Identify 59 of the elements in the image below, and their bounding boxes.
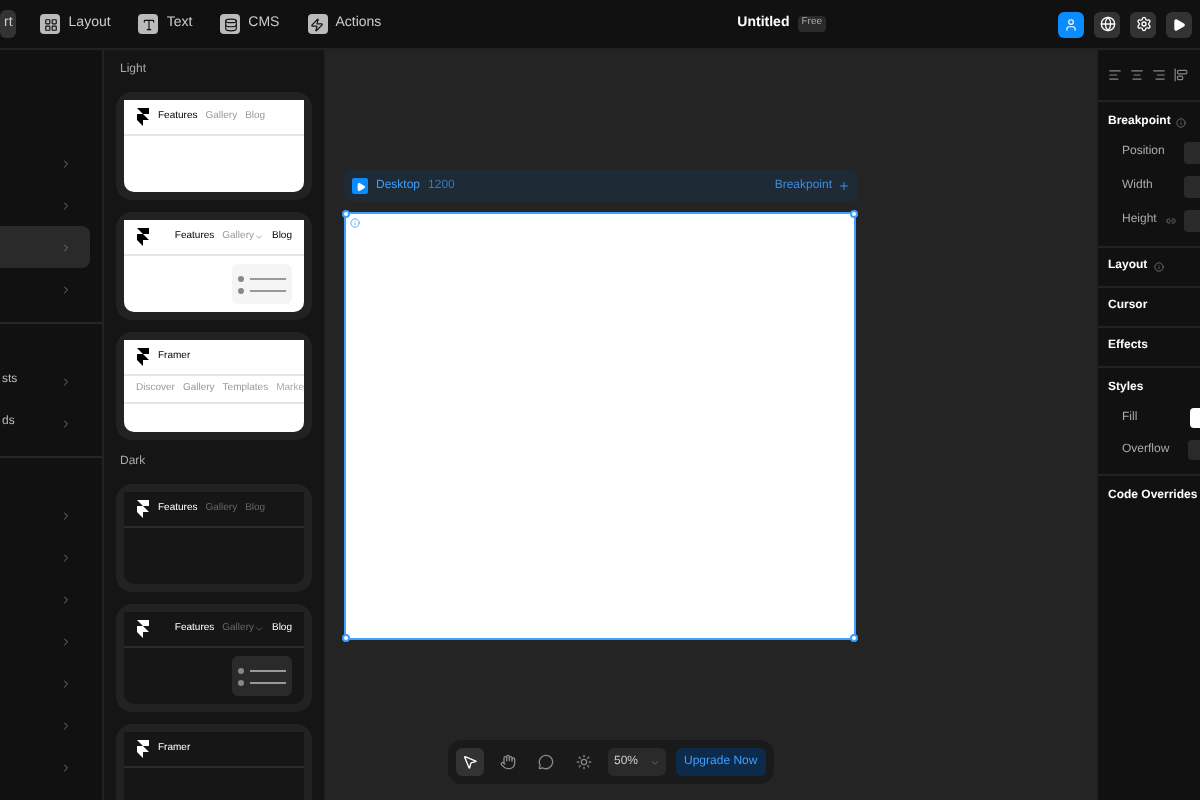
logo-icon	[136, 228, 150, 246]
caret-icon	[253, 232, 264, 242]
align-icon[interactable]	[1108, 68, 1122, 82]
chevron-icon	[60, 375, 72, 387]
dropdown-menu-drawing	[232, 264, 292, 304]
info-icon	[1153, 262, 1164, 272]
input-field[interactable]	[1184, 142, 1200, 164]
input-field[interactable]	[1184, 210, 1200, 232]
info-icon	[1176, 118, 1187, 128]
play-icon	[352, 178, 368, 194]
settings-icon	[1135, 16, 1151, 32]
theme-icon	[576, 754, 592, 770]
chevron-icon	[60, 157, 72, 169]
dropdown-menu-drawing	[232, 656, 292, 696]
tool-icon	[40, 14, 61, 34]
settings-button[interactable]	[1130, 11, 1156, 37]
input-field[interactable]	[1184, 176, 1200, 198]
logo-icon	[136, 500, 150, 518]
link-icon[interactable]	[1165, 216, 1176, 226]
caret-icon	[650, 757, 661, 767]
user-button[interactable]	[1058, 11, 1084, 37]
chevron-icon	[60, 635, 72, 647]
align-icon[interactable]	[1130, 68, 1144, 82]
tool-icon	[307, 14, 328, 34]
frame-icon	[350, 218, 360, 228]
logo-icon	[136, 108, 150, 126]
globe-icon	[1099, 16, 1115, 32]
globe-button[interactable]	[1094, 11, 1120, 37]
chevron-icon	[60, 677, 72, 689]
chevron-icon	[60, 509, 72, 521]
logo-icon	[136, 620, 150, 638]
resize-handle[interactable]	[342, 634, 350, 642]
pointer-icon	[462, 754, 478, 770]
hand-icon	[500, 754, 516, 770]
user-icon	[1064, 17, 1078, 31]
align-icon[interactable]	[1152, 68, 1166, 82]
tool-icon	[138, 14, 159, 34]
resize-handle[interactable]	[850, 210, 858, 218]
logo-icon	[136, 740, 150, 758]
fill-swatch[interactable]	[1190, 408, 1200, 428]
plus-icon	[838, 180, 850, 192]
play-icon	[1172, 17, 1186, 31]
resize-handle[interactable]	[850, 634, 858, 642]
chevron-icon	[60, 593, 72, 605]
chevron-icon	[60, 761, 72, 773]
play-button[interactable]	[1166, 11, 1192, 37]
tool-icon	[220, 14, 241, 34]
align-icon[interactable]	[1174, 68, 1188, 82]
canvas-tool-button[interactable]	[456, 748, 484, 776]
logo-icon	[136, 348, 150, 366]
chevron-icon	[60, 283, 72, 295]
chevron-icon	[60, 417, 72, 429]
chevron-icon	[60, 719, 72, 731]
chevron-icon	[60, 551, 72, 563]
comment-icon	[538, 754, 554, 770]
chevron-icon	[60, 199, 72, 211]
chevron-icon	[60, 241, 72, 253]
resize-handle[interactable]	[342, 210, 350, 218]
caret-icon	[253, 624, 264, 634]
